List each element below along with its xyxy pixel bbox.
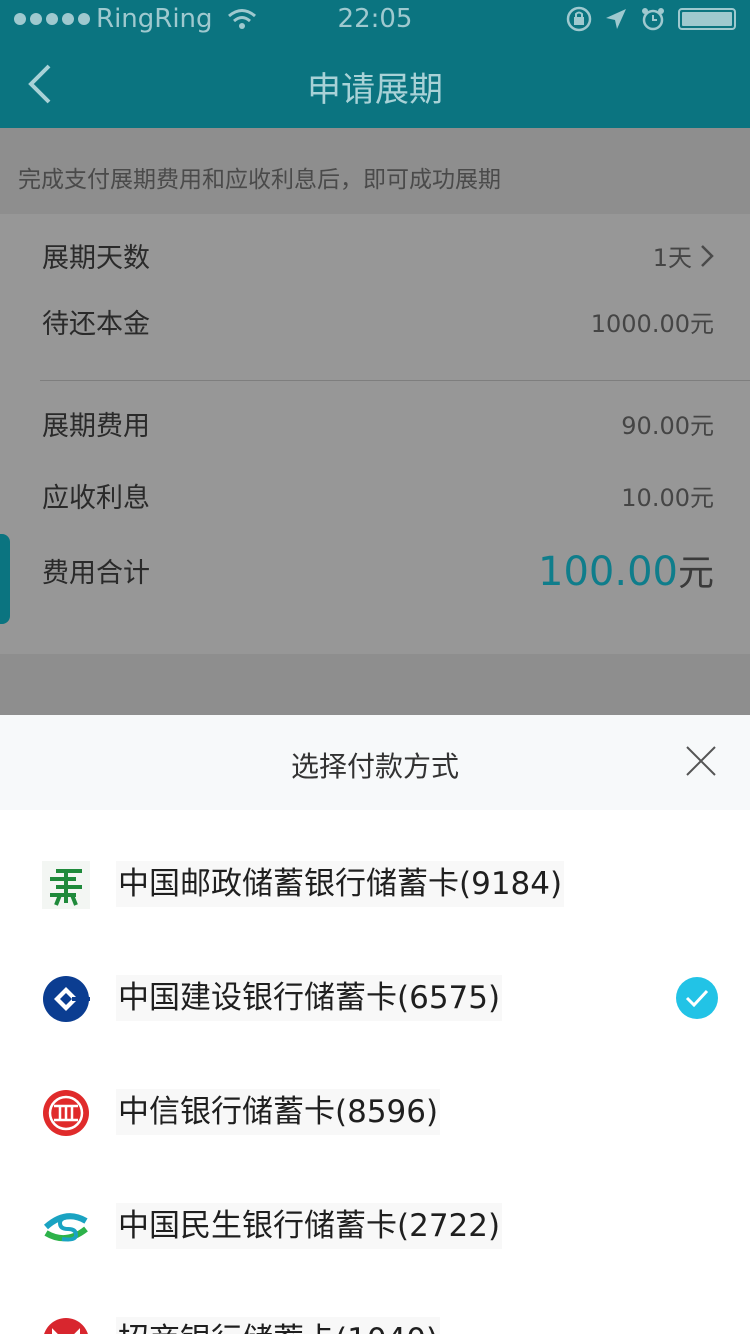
rotation-lock-icon [566,6,592,32]
extension-tip: 完成支付展期费用和应收利息后，即可成功展期 [18,167,501,193]
selected-check-icon [676,977,718,1019]
principal-row: 待还本金 1000.00元 [42,302,714,341]
extension-details-card: 展期天数 1天 待还本金 1000.00元 展期费用 90.00元 应收利息 1… [0,214,750,654]
payment-option-postal[interactable]: 中国邮政储蓄银行储蓄卡(9184) [0,827,750,941]
payment-method-list: 中国邮政储蓄银行储蓄卡(9184) 中国建设银行储蓄卡(6575) 中信银行储蓄… [0,810,750,1334]
interest-value: 10.00元 [621,484,714,512]
principal-label: 待还本金 [42,309,150,340]
extension-days-row[interactable]: 展期天数 1天 [42,236,714,275]
citic-bank-icon [43,1090,89,1136]
status-right [566,6,736,32]
extension-days-value-wrap: 1天 [653,238,714,273]
location-arrow-icon [606,9,626,29]
total-amount: 100.00 [538,549,678,595]
extension-fee-value: 90.00元 [621,412,714,440]
ccb-bank-icon [43,976,90,1022]
extension-days-value: 1天 [652,244,692,272]
payment-sheet-title: 选择付款方式 [290,750,459,783]
payment-option-name: 中国民生银行储蓄卡(2722) [116,1203,503,1249]
interest-row: 应收利息 10.00元 [42,476,714,515]
side-drawer-tab[interactable] [0,534,10,624]
payment-option-citic[interactable]: 中信银行储蓄卡(8596) [0,1055,750,1169]
nav-bar: 申请展期 [0,40,750,128]
total-value: 100.00元 [538,544,714,596]
alarm-icon [642,8,664,31]
payment-option-cmb[interactable]: 招商银行储蓄卡(1040) [0,1283,750,1334]
checkmark-icon [685,989,709,1007]
close-icon[interactable] [684,744,718,778]
chevron-right-icon [701,244,714,267]
postal-bank-icon [42,861,90,909]
payment-sheet-header: 选择付款方式 [0,715,750,810]
payment-option-name: 招商银行储蓄卡(1040) [116,1317,441,1334]
payment-option-name: 中国建设银行储蓄卡(6575) [116,975,503,1021]
minsheng-bank-icon [43,1213,88,1242]
payment-option-ccb[interactable]: 中国建设银行储蓄卡(6575) [0,941,750,1055]
extension-fee-label: 展期费用 [42,411,150,442]
status-bar: RingRing 22:05 [0,0,750,40]
total-unit: 元 [677,553,714,594]
interest-label: 应收利息 [42,483,150,514]
page-content: 完成支付展期费用和应收利息后，即可成功展期 展期天数 1天 待还本金 1000.… [0,128,750,715]
payment-option-minsheng[interactable]: 中国民生银行储蓄卡(2722) [0,1169,750,1283]
battery-icon [678,8,736,30]
divider [40,380,750,381]
total-label: 费用合计 [42,557,150,589]
payment-option-name: 中信银行储蓄卡(8596) [116,1089,441,1135]
extension-days-label: 展期天数 [42,243,150,274]
principal-value: 1000.00元 [590,310,714,338]
cmb-bank-icon [44,1318,88,1334]
total-row: 费用合计 100.00元 [42,544,714,596]
page-title: 申请展期 [307,70,443,110]
extension-fee-row: 展期费用 90.00元 [42,404,714,443]
payment-option-name: 中国邮政储蓄银行储蓄卡(9184) [116,861,565,907]
